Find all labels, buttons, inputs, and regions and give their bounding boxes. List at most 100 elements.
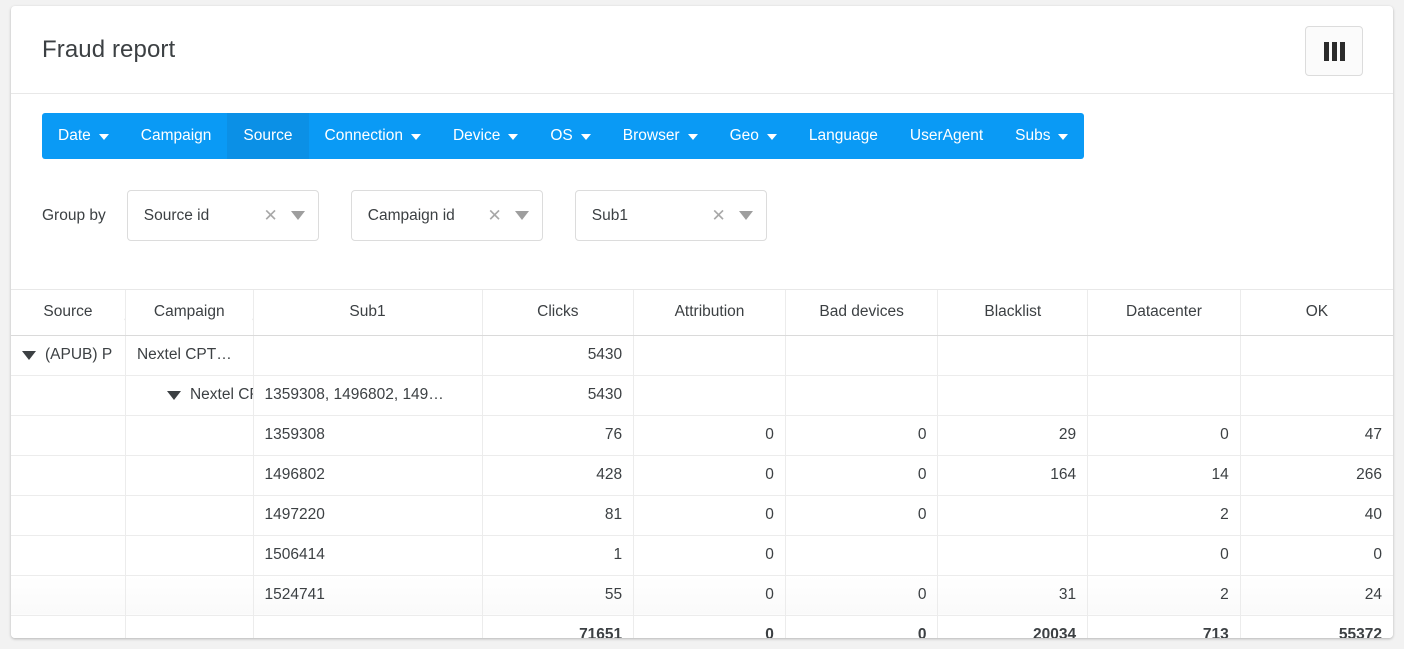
total-value: 71651	[579, 626, 622, 638]
column-header-label: Source	[43, 303, 92, 320]
column-header-label: Blacklist	[984, 303, 1041, 320]
table-row[interactable]: 1359308760029047	[11, 415, 1393, 455]
cell-text: 1524741	[265, 586, 325, 603]
table-row[interactable]: 14968024280016414266	[11, 455, 1393, 495]
total-attribution: 0	[634, 615, 786, 638]
column-header-source[interactable]: Source	[11, 290, 125, 335]
group-by-value: Sub1	[576, 207, 708, 225]
cell-source	[11, 455, 125, 495]
cell-attribution: 0	[634, 455, 786, 495]
column-header-label: Bad devices	[819, 303, 903, 320]
filter-device[interactable]: Device	[437, 113, 534, 159]
table-row[interactable]: 15064141000	[11, 535, 1393, 575]
cell-blacklist: 29	[938, 415, 1088, 455]
filter-label: Subs	[1015, 127, 1050, 145]
close-icon[interactable]: ✕	[484, 207, 506, 224]
cell-text: 0	[765, 506, 774, 523]
tree-node: Nextel CPT	[137, 376, 242, 415]
cell-text: 76	[605, 426, 622, 443]
table-row[interactable]: 1524741550031224	[11, 575, 1393, 615]
cell-bad_devices	[785, 335, 938, 375]
cell-campaign	[125, 455, 253, 495]
cell-text: 0	[765, 586, 774, 603]
column-header-blacklist[interactable]: Blacklist	[938, 290, 1088, 335]
card-header: Fraud report	[11, 6, 1393, 94]
group-by-select-1[interactable]: Source id✕	[127, 190, 319, 241]
cell-bad_devices: 0	[785, 415, 938, 455]
column-header-ok[interactable]: OK	[1240, 290, 1393, 335]
cell-text: 1359308	[265, 426, 325, 443]
column-header-clicks[interactable]: Clicks	[482, 290, 634, 335]
filter-bar: DateCampaignSourceConnectionDeviceOSBrow…	[42, 113, 1084, 159]
cell-blacklist	[938, 335, 1088, 375]
filter-useragent[interactable]: UserAgent	[894, 113, 999, 159]
chevron-down-icon	[411, 134, 421, 140]
group-by-select-2[interactable]: Campaign id✕	[351, 190, 543, 241]
cell-text: 47	[1365, 426, 1382, 443]
cell-campaign	[125, 535, 253, 575]
column-header-label: Sub1	[349, 303, 385, 320]
cell-bad_devices	[785, 375, 938, 415]
total-ok: 55372	[1240, 615, 1393, 638]
cell-bad_devices: 0	[785, 575, 938, 615]
cell-text: 1497220	[265, 506, 325, 523]
cell-source	[11, 415, 125, 455]
columns-toggle-button[interactable]	[1305, 26, 1363, 76]
column-header-sub1[interactable]: Sub1	[253, 290, 482, 335]
column-header-campaign[interactable]: Campaign	[125, 290, 253, 335]
cell-blacklist	[938, 535, 1088, 575]
total-source	[11, 615, 125, 638]
cell-text: 14	[1212, 466, 1229, 483]
cell-source	[11, 495, 125, 535]
total-blacklist: 20034	[938, 615, 1088, 638]
chevron-down-icon	[767, 134, 777, 140]
filter-browser[interactable]: Browser	[607, 113, 714, 159]
chevron-down-icon[interactable]	[291, 211, 305, 220]
table-row[interactable]: (APUB) PNextel CPT…5430	[11, 335, 1393, 375]
cell-bad_devices: 0	[785, 455, 938, 495]
cell-ok	[1240, 375, 1393, 415]
table-header-row: Source Campaign Sub1 ClicksAttribution Bad d…	[11, 290, 1393, 335]
cell-attribution	[634, 335, 786, 375]
cell-clicks: 81	[482, 495, 634, 535]
cell-campaign: Nextel CPT…	[125, 335, 253, 375]
column-header-attribution[interactable]: Attribution	[634, 290, 786, 335]
filter-language[interactable]: Language	[793, 113, 894, 159]
cell-text: 81	[605, 506, 622, 523]
cell-ok: 47	[1240, 415, 1393, 455]
table-row[interactable]: Nextel CPT1359308, 1496802, 149…5430	[11, 375, 1393, 415]
cell-blacklist: 164	[938, 455, 1088, 495]
column-header-bad-devices[interactable]: Bad devices	[785, 290, 938, 335]
cell-sub1: 1496802	[253, 455, 482, 495]
close-icon[interactable]: ✕	[260, 207, 282, 224]
chevron-down-icon	[688, 134, 698, 140]
expand-collapse-triangle-icon[interactable]	[22, 351, 36, 360]
filter-source[interactable]: Source	[227, 113, 308, 159]
filter-campaign[interactable]: Campaign	[125, 113, 228, 159]
total-sub1	[253, 615, 482, 638]
filter-os[interactable]: OS	[534, 113, 606, 159]
cell-text: 0	[1220, 426, 1229, 443]
total-value: 0	[918, 626, 927, 638]
filter-subs[interactable]: Subs	[999, 113, 1084, 159]
cell-datacenter: 14	[1088, 455, 1241, 495]
cell-datacenter: 2	[1088, 495, 1241, 535]
expand-collapse-triangle-icon[interactable]	[167, 391, 181, 400]
table-totals-row: 71651002003471355372	[11, 615, 1393, 638]
chevron-down-icon[interactable]	[739, 211, 753, 220]
cell-text: 0	[765, 426, 774, 443]
close-icon[interactable]: ✕	[708, 207, 730, 224]
group-by-select-3[interactable]: Sub1✕	[575, 190, 767, 241]
table-row[interactable]: 1497220 81 0 0 2 40	[11, 495, 1393, 535]
cell-text: 0	[918, 506, 927, 523]
filter-label: Language	[809, 127, 878, 145]
fraud-report-card: Fraud report DateCampaignSourceConnectio…	[11, 6, 1393, 638]
cell-attribution	[634, 375, 786, 415]
filter-connection[interactable]: Connection	[309, 113, 437, 159]
filter-geo[interactable]: Geo	[714, 113, 793, 159]
filter-date[interactable]: Date	[42, 113, 125, 159]
cell-text: 40	[1365, 506, 1382, 523]
cell-ok: 24	[1240, 575, 1393, 615]
chevron-down-icon[interactable]	[515, 211, 529, 220]
column-header-datacenter[interactable]: Datacenter	[1088, 290, 1241, 335]
